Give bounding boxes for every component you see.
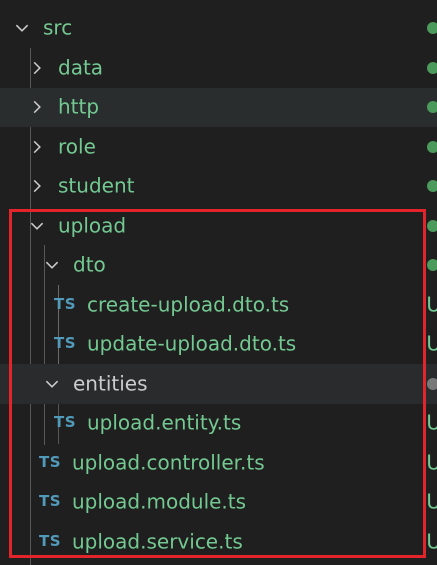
tree-item-label: data <box>58 55 104 80</box>
tree-item-label: dto <box>73 252 106 277</box>
tree-item-upload-entity[interactable]: TS upload.entity.ts U <box>0 404 437 444</box>
chevron-down-icon <box>43 256 61 274</box>
tree-item-label: upload.module.ts <box>72 489 247 514</box>
tree-item-label: update-upload.dto.ts <box>87 331 297 356</box>
tree-item-upload-service[interactable]: TS upload.service.ts U <box>0 522 437 562</box>
typescript-file-icon: TS <box>54 294 77 313</box>
tree-item-student[interactable]: student <box>0 167 437 207</box>
git-status-dot-icon <box>427 377 437 390</box>
tree-item-label: role <box>58 134 96 159</box>
git-status-dot-icon <box>427 219 437 232</box>
tree-item-label: upload.service.ts <box>72 529 243 554</box>
tree-item-http[interactable]: http <box>0 87 437 127</box>
git-status-label: U <box>426 529 437 554</box>
tree-item-label: http <box>58 94 100 119</box>
git-status-dot-icon <box>427 259 437 272</box>
typescript-file-icon: TS <box>54 413 77 432</box>
tree-item-upload[interactable]: upload <box>0 206 437 246</box>
chevron-right-icon <box>28 177 46 195</box>
tree-item-upload-controller[interactable]: TS upload.controller.ts U <box>0 443 437 483</box>
chevron-right-icon <box>28 59 46 77</box>
git-status-label: U <box>426 489 437 514</box>
file-explorer-tree: src data http role student upload dto TS… <box>0 0 437 565</box>
chevron-down-icon <box>28 217 46 235</box>
tree-item-label: upload.controller.ts <box>72 450 265 475</box>
tree-item-src[interactable]: src <box>0 9 437 49</box>
tree-item-create-upload-dto[interactable]: TS create-upload.dto.ts U <box>0 285 437 325</box>
git-status-dot-icon <box>427 61 437 74</box>
git-status-label: U <box>426 292 437 317</box>
git-status-dot-icon <box>427 101 437 114</box>
git-status-label: U <box>426 450 437 475</box>
tree-item-label: student <box>58 173 135 198</box>
git-status-dot-icon <box>427 180 437 193</box>
chevron-right-icon <box>28 138 46 156</box>
tree-item-update-upload-dto[interactable]: TS update-upload.dto.ts U <box>0 325 437 365</box>
typescript-file-icon: TS <box>54 334 77 353</box>
tree-item-upload-module[interactable]: TS upload.module.ts U <box>0 483 437 523</box>
tree-item-label: entities <box>73 371 148 396</box>
git-status-label: U <box>426 331 437 356</box>
tree-item-label: create-upload.dto.ts <box>87 292 290 317</box>
chevron-right-icon <box>28 98 46 116</box>
git-status-dot-icon <box>427 22 437 35</box>
tree-item-label: upload.entity.ts <box>87 410 242 435</box>
chevron-down-icon <box>43 375 61 393</box>
tree-item-label: src <box>43 15 73 40</box>
typescript-file-icon: TS <box>39 452 62 471</box>
tree-item-data[interactable]: data <box>0 48 437 88</box>
git-status-dot-icon <box>427 140 437 153</box>
typescript-file-icon: TS <box>39 531 62 550</box>
tree-item-entities[interactable]: entities <box>0 364 437 404</box>
tree-item-dto[interactable]: dto <box>0 246 437 286</box>
tree-item-role[interactable]: role <box>0 127 437 167</box>
git-status-label: U <box>426 410 437 435</box>
tree-item-label: upload <box>58 213 127 238</box>
chevron-down-icon <box>13 19 31 37</box>
typescript-file-icon: TS <box>39 492 62 511</box>
